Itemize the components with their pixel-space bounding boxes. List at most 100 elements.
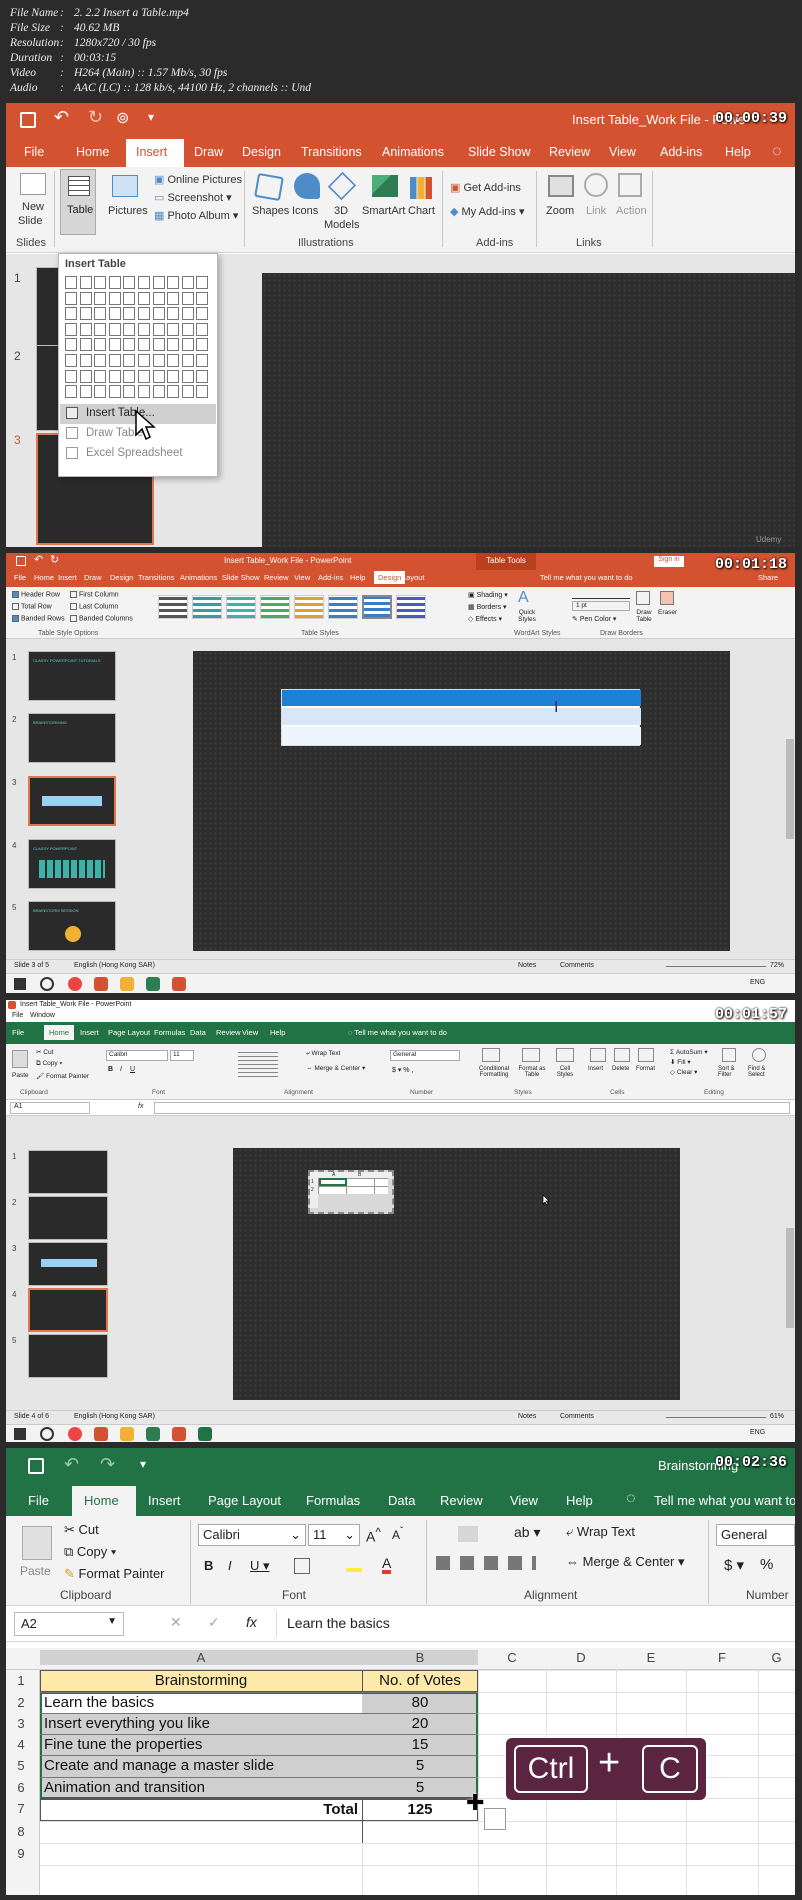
chart-label[interactable]: Chart xyxy=(408,205,435,217)
slide-thumbnail[interactable]: CLASSY POWERPOINT xyxy=(28,839,116,889)
tab-help[interactable]: Help xyxy=(270,1028,285,1037)
table-size-cell[interactable] xyxy=(108,369,121,383)
pen-weight-select[interactable]: 1 pt xyxy=(572,601,630,611)
powerpoint-icon[interactable] xyxy=(94,1427,108,1441)
share-button[interactable]: Share xyxy=(758,573,778,582)
customize-qat-icon[interactable]: ▾ xyxy=(148,110,154,124)
table-style-swatch[interactable] xyxy=(158,595,188,619)
paste-label[interactable]: Paste xyxy=(12,1072,29,1079)
zoom-level[interactable]: 61% xyxy=(770,1413,784,1420)
fill-button[interactable]: ⬇ Fill ▾ xyxy=(670,1058,691,1066)
table-size-cell[interactable] xyxy=(123,276,136,289)
cell-topic[interactable]: Create and manage a master slide xyxy=(44,1757,360,1774)
table-size-cell[interactable] xyxy=(65,322,77,336)
table-size-cell[interactable] xyxy=(123,322,136,336)
formula-input[interactable]: Learn the basics xyxy=(276,1610,795,1638)
tab-file[interactable]: File xyxy=(12,1028,24,1037)
eraser-label[interactable]: Eraser xyxy=(658,609,677,616)
format-cells-label[interactable]: Format xyxy=(636,1066,655,1072)
table-size-cell[interactable] xyxy=(181,369,194,383)
chrome-icon[interactable] xyxy=(68,977,82,991)
cell-header-brainstorming[interactable]: Brainstorming xyxy=(40,1672,362,1689)
folder-icon[interactable] xyxy=(120,977,134,991)
tab-draw[interactable]: Draw xyxy=(194,145,223,159)
slide-thumbnail[interactable]: CLASSY POWERPOINT TUTORIALS xyxy=(28,651,116,701)
paste-icon[interactable] xyxy=(12,1050,28,1068)
present-icon[interactable]: ⊚ xyxy=(116,108,129,128)
table-style-swatch[interactable] xyxy=(328,595,358,619)
tab-review[interactable]: Review xyxy=(440,1493,483,1508)
redo-icon[interactable]: ↻ xyxy=(88,107,103,128)
merge-center-button[interactable]: ⇔ Merge & Center ▾ xyxy=(306,1064,365,1072)
cell-topic[interactable]: Fine tune the properties xyxy=(44,1736,360,1753)
table-size-cell[interactable] xyxy=(94,338,107,352)
table-size-cell[interactable] xyxy=(167,291,180,305)
slide-table[interactable] xyxy=(281,689,641,746)
tab-file[interactable]: File xyxy=(28,1493,49,1508)
font-size-select[interactable]: 11 ⌄ xyxy=(308,1524,360,1546)
tell-me-search[interactable]: Tell me what you want to xyxy=(654,1493,795,1508)
conditional-formatting-label[interactable]: Conditional Formatting xyxy=(474,1066,514,1078)
format-painter-button[interactable]: ✎ Format Painter xyxy=(64,1566,165,1582)
table-size-cell[interactable] xyxy=(196,385,209,399)
table-size-cell[interactable] xyxy=(94,369,107,383)
table-size-cell[interactable] xyxy=(152,369,165,383)
row-header[interactable]: 4 xyxy=(6,1737,36,1752)
underline-button[interactable]: U ▾ xyxy=(250,1558,270,1574)
decrease-font-icon[interactable]: Aˇ xyxy=(392,1526,403,1542)
tab-view[interactable]: View xyxy=(510,1493,538,1508)
comments-button[interactable]: Comments xyxy=(560,962,594,969)
cell-votes[interactable]: 5 xyxy=(362,1757,478,1774)
paste-icon[interactable] xyxy=(22,1526,52,1560)
cell-votes[interactable]: 15 xyxy=(362,1736,478,1753)
italic-button[interactable]: I xyxy=(120,1066,122,1073)
option-header-row[interactable]: Header Row xyxy=(12,591,60,598)
slide-thumbnail[interactable] xyxy=(28,1242,108,1286)
3d-models-icon[interactable] xyxy=(327,171,357,201)
number-format-icons[interactable]: $ ▾ % , xyxy=(392,1066,413,1074)
camtasia-icon[interactable] xyxy=(146,1427,160,1441)
copy-button[interactable]: ⧉ Copy ▾ xyxy=(36,1060,62,1068)
excel-icon[interactable] xyxy=(198,1427,212,1441)
table-row[interactable] xyxy=(282,727,641,745)
slide-thumbnail[interactable] xyxy=(28,1196,108,1240)
link-label[interactable]: Link xyxy=(586,205,606,217)
tab-review[interactable]: Review xyxy=(264,573,289,582)
font-size-select[interactable]: 11 xyxy=(170,1050,194,1061)
input-language[interactable]: ENG xyxy=(750,979,765,986)
underline-button[interactable]: U xyxy=(130,1066,135,1073)
table-size-cell[interactable] xyxy=(79,385,92,399)
table-header-row[interactable] xyxy=(282,690,641,706)
table-size-cell[interactable] xyxy=(152,354,165,367)
cell-votes[interactable]: 20 xyxy=(362,1715,478,1732)
table-size-cell[interactable] xyxy=(65,276,77,289)
cell-votes[interactable]: 5 xyxy=(362,1779,478,1796)
input-language[interactable]: ENG xyxy=(750,1429,765,1436)
font-color-icon[interactable]: A xyxy=(382,1556,392,1574)
checkbox-icon[interactable] xyxy=(70,603,77,610)
windows-start-icon[interactable] xyxy=(14,978,26,990)
find-select-label[interactable]: Find & Select xyxy=(748,1066,776,1078)
eraser-icon[interactable] xyxy=(660,591,674,605)
powerpoint-icon[interactable] xyxy=(94,977,108,991)
tab-animations[interactable]: Animations xyxy=(180,573,217,582)
orientation-icon[interactable]: ab ▾ xyxy=(514,1524,541,1541)
table-size-cell[interactable] xyxy=(94,385,107,399)
draw-table-icon[interactable] xyxy=(636,591,650,605)
tab-design[interactable]: Design xyxy=(110,573,133,582)
table-size-cell[interactable] xyxy=(196,369,209,383)
checkbox-icon[interactable] xyxy=(12,603,19,610)
tab-view[interactable]: View xyxy=(609,145,636,159)
table-size-cell[interactable] xyxy=(79,307,92,321)
table-style-swatch[interactable] xyxy=(294,595,324,619)
cell-topic[interactable]: Animation and transition xyxy=(44,1779,360,1796)
vertical-align-buttons[interactable] xyxy=(436,1526,514,1542)
italic-button[interactable]: I xyxy=(228,1558,232,1573)
menu-item-excel-spreadsheet[interactable]: Excel Spreadsheet xyxy=(60,444,216,464)
pictures-label[interactable]: Pictures xyxy=(108,205,148,217)
table-size-cell[interactable] xyxy=(138,276,150,289)
format-cells-icon[interactable] xyxy=(638,1048,654,1062)
table-size-cell[interactable] xyxy=(167,276,180,289)
table-size-cell[interactable] xyxy=(79,369,92,383)
sort-filter-icon[interactable] xyxy=(722,1048,736,1062)
